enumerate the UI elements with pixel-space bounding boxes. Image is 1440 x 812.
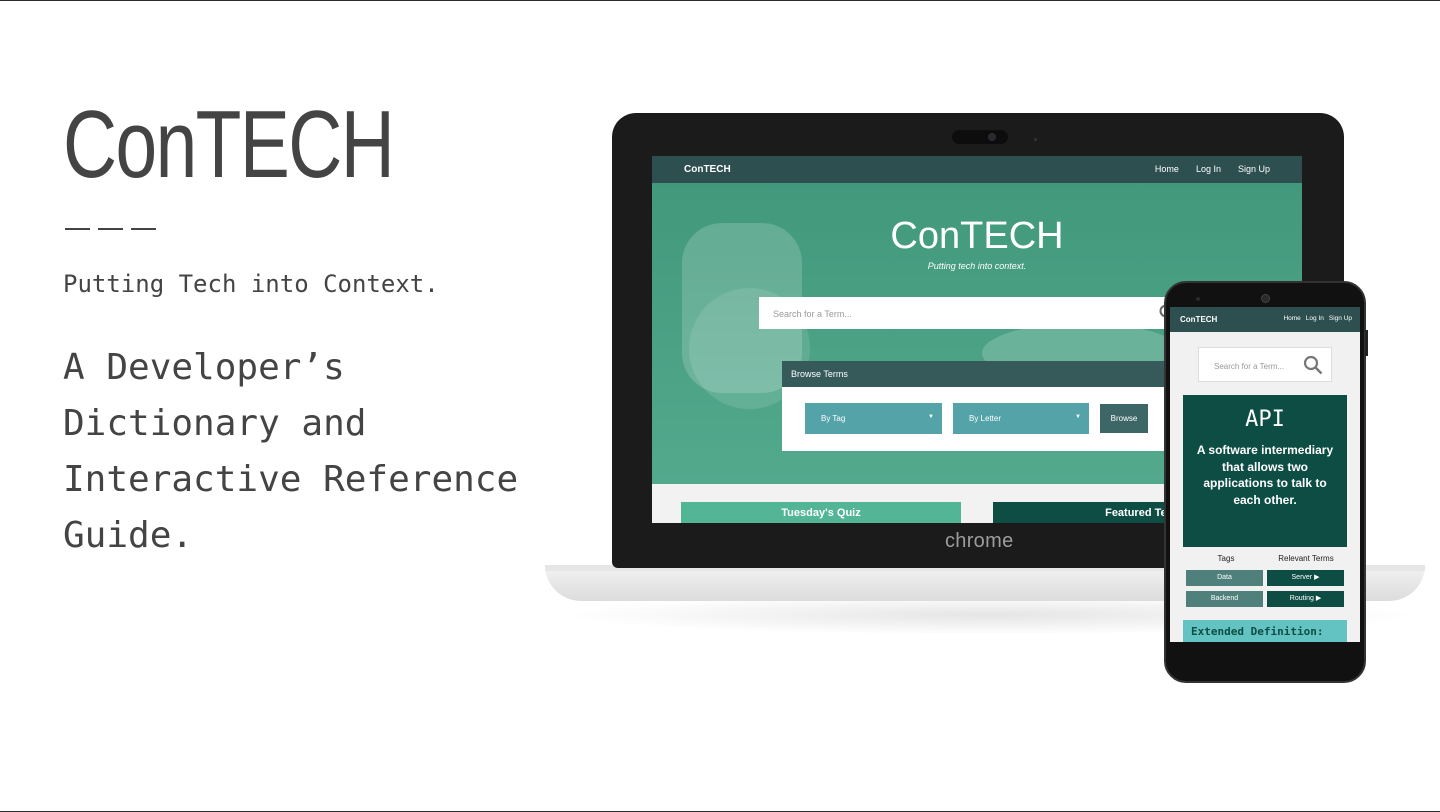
browse-card-title: Browse Terms [791,369,848,379]
nav-login-link[interactable]: Log In [1196,164,1221,174]
relevant-term-server[interactable]: Server ▶ [1267,570,1344,586]
phone-nav-home-link[interactable]: Home [1283,315,1300,322]
tag-data[interactable]: Data [1186,570,1263,586]
search-icon[interactable] [1303,355,1323,375]
phone-side-button [1365,330,1368,356]
tags-heading: Tags [1217,554,1235,563]
phone-nav-login-link[interactable]: Log In [1306,315,1324,322]
hero-title: ConTECH [890,215,1064,257]
nav-signup-link[interactable]: Sign Up [1238,164,1270,174]
title-divider [65,228,156,230]
laptop-sensor-dot [1034,138,1037,141]
phone-camera [1261,294,1270,303]
hero-subtitle: Putting tech into context. [927,261,1027,271]
by-letter-select[interactable]: By Letter ▼ [953,403,1089,434]
term-card: API A software intermediary that allows … [1183,395,1347,547]
browse-card-header: Browse Terms [782,361,1172,387]
phone-search-placeholder: Search for a Term... [1214,362,1285,371]
tagline: Putting Tech into Context. [63,270,439,298]
browse-button[interactable]: Browse [1100,404,1148,433]
phone-nav-signup-link[interactable]: Sign Up [1329,315,1352,322]
relevant-terms-heading: Relevant Terms [1278,554,1334,563]
phone-screen: ConTECH Home Log In Sign Up Search for a… [1170,307,1360,642]
chrome-logo-text: chrome [945,530,1014,552]
site-navbar: ConTECH Home Log In Sign Up [652,156,1302,183]
chevron-down-icon: ▼ [928,414,934,420]
by-tag-select[interactable]: By Tag ▼ [805,403,942,434]
headline: A Developer’s Dictionary and Interactive… [63,347,519,556]
browse-terms-card: Browse Terms By Tag ▼ By Letter ▼ Browse [782,361,1172,451]
phone-search-input[interactable]: Search for a Term... [1198,347,1332,382]
by-tag-label: By Tag [821,414,846,423]
nav-brand-link[interactable]: ConTECH [684,164,731,175]
phone-sensor-dot [1196,297,1200,301]
search-placeholder: Search for a Term... [773,309,852,319]
relevant-term-routing[interactable]: Routing ▶ [1267,591,1344,607]
phone-navbar: ConTECH Home Log In Sign Up [1170,307,1360,332]
chevron-down-icon: ▼ [1075,414,1081,420]
extended-definition-header[interactable]: Extended Definition: [1183,620,1347,642]
brand-title: ConTECH [63,91,395,198]
hero-search-input[interactable]: Search for a Term... [759,297,1176,329]
top-border [0,0,1440,1]
extended-definition-label: Extended Definition: [1191,625,1324,638]
phone-content: Search for a Term... API A software inte… [1170,332,1360,642]
daily-quiz-header[interactable]: Tuesday's Quiz [681,502,961,523]
term-definition: A software intermediary that allows two … [1196,443,1334,507]
phone-nav-links: Home Log In Sign Up [1283,315,1352,322]
nav-home-link[interactable]: Home [1155,164,1179,174]
slide-copy: ConTECH Putting Tech into Context. A Dev… [63,90,583,556]
laptop-camera [952,130,1008,144]
term-name: API [1245,407,1285,432]
phone-nav-brand-link[interactable]: ConTECH [1180,315,1217,324]
tag-backend[interactable]: Backend [1186,591,1263,607]
by-letter-label: By Letter [969,414,1002,423]
nav-links: Home Log In Sign Up [1155,164,1270,174]
